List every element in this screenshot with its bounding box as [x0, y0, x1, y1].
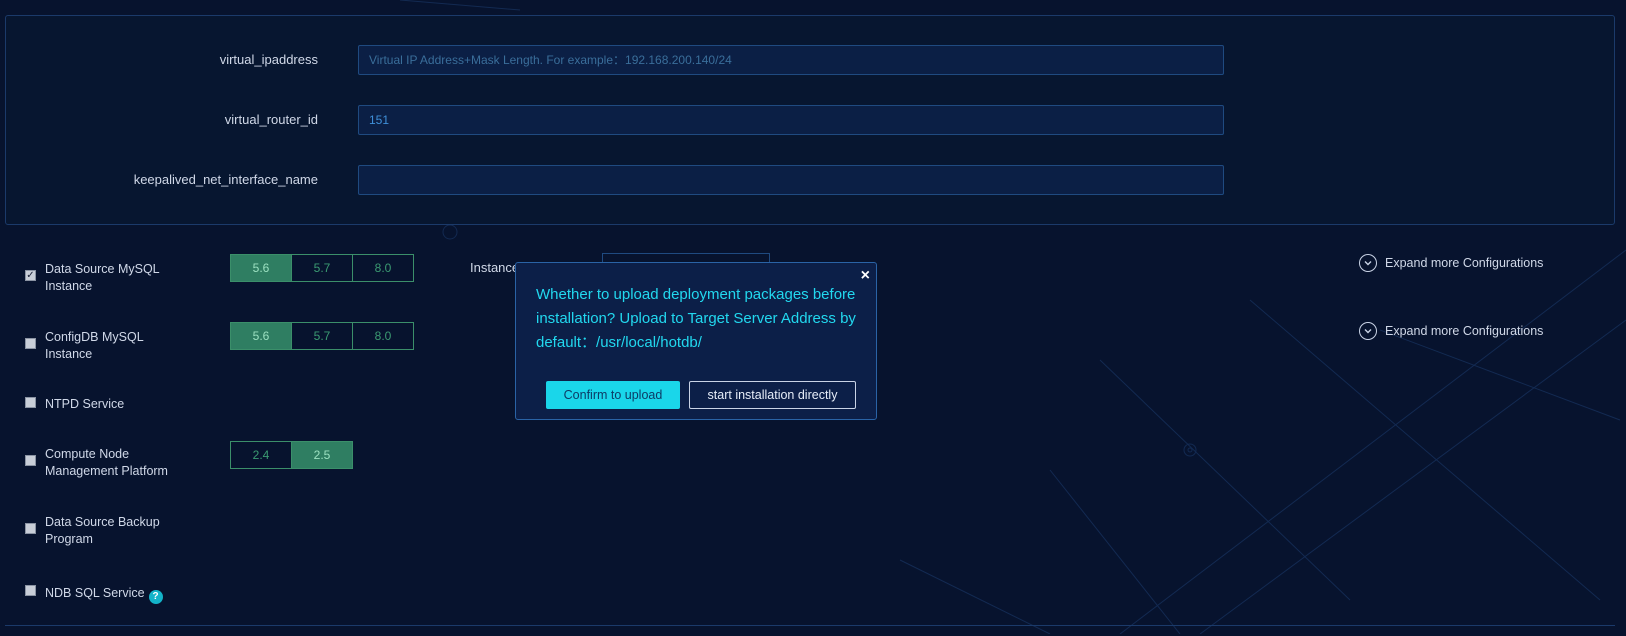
keepalived-net-interface-input[interactable]: [358, 165, 1224, 195]
expand-label: Expand more Configurations: [1385, 324, 1544, 338]
ndb-sql-label-wrap: NDB SQL Service?: [45, 585, 245, 604]
virtual-router-id-label: virtual_router_id: [224, 112, 318, 127]
version-option-5-7[interactable]: 5.7: [291, 254, 353, 282]
datasource-mysql-label: Data Source MySQL Instance: [45, 262, 160, 293]
configdb-mysql-version-group: 5.6 5.7 8.0: [230, 322, 414, 350]
version-option-5-6[interactable]: 5.6: [230, 254, 292, 282]
keepalived-config-panel: virtual_ipaddress virtual_router_id keep…: [5, 15, 1615, 225]
virtual-router-id-row: virtual_router_id: [6, 105, 1614, 135]
help-icon[interactable]: ?: [148, 590, 163, 604]
version-option-2-5[interactable]: 2.5: [291, 441, 353, 469]
chevron-down-icon: [1359, 254, 1377, 272]
instance-label: Instance: [470, 260, 520, 275]
ndb-sql-checkbox[interactable]: [25, 585, 36, 596]
expand-configurations-datasource[interactable]: Expand more Configurations: [1359, 254, 1543, 272]
virtual-router-id-input[interactable]: [358, 105, 1224, 135]
version-option-5-6[interactable]: 5.6: [230, 322, 292, 350]
bottom-panel-border: [5, 625, 1615, 636]
version-option-5-7[interactable]: 5.7: [291, 322, 353, 350]
datasource-mysql-version-group: 5.6 5.7 8.0: [230, 254, 414, 282]
backup-program-checkbox[interactable]: [25, 523, 36, 534]
version-option-8-0[interactable]: 8.0: [352, 322, 414, 350]
virtual-ipaddress-label: virtual_ipaddress: [219, 52, 318, 67]
confirm-upload-button[interactable]: Confirm to upload: [546, 381, 680, 409]
backup-program-label: Data Source Backup Program: [45, 515, 160, 546]
management-platform-checkbox[interactable]: [25, 455, 36, 466]
version-option-2-4[interactable]: 2.4: [230, 441, 292, 469]
keepalived-net-interface-label: keepalived_net_interface_name: [133, 172, 318, 187]
virtual-ipaddress-input[interactable]: [358, 45, 1224, 75]
version-option-8-0[interactable]: 8.0: [352, 254, 414, 282]
dialog-message: Whether to upload deployment packages be…: [536, 286, 856, 351]
ndb-sql-label: NDB SQL Service: [45, 586, 145, 600]
management-platform-label: Compute Node Management Platform: [45, 447, 168, 478]
ntpd-checkbox[interactable]: [25, 397, 36, 408]
expand-label: Expand more Configurations: [1385, 256, 1544, 270]
keepalived-net-interface-row: keepalived_net_interface_name: [6, 165, 1614, 195]
configdb-mysql-checkbox[interactable]: [25, 338, 36, 349]
chevron-down-icon: [1359, 322, 1377, 340]
ntpd-label: NTPD Service: [45, 397, 125, 411]
upload-confirm-dialog: × Whether to upload deployment packages …: [515, 262, 877, 420]
configdb-mysql-label: ConfigDB MySQL Instance: [45, 330, 144, 361]
virtual-ipaddress-row: virtual_ipaddress: [6, 45, 1614, 75]
datasource-mysql-checkbox[interactable]: ✓: [25, 270, 36, 281]
expand-configurations-configdb[interactable]: Expand more Configurations: [1359, 322, 1543, 340]
start-installation-button[interactable]: start installation directly: [689, 381, 856, 409]
management-platform-version-group: 2.4 2.5: [230, 441, 353, 469]
